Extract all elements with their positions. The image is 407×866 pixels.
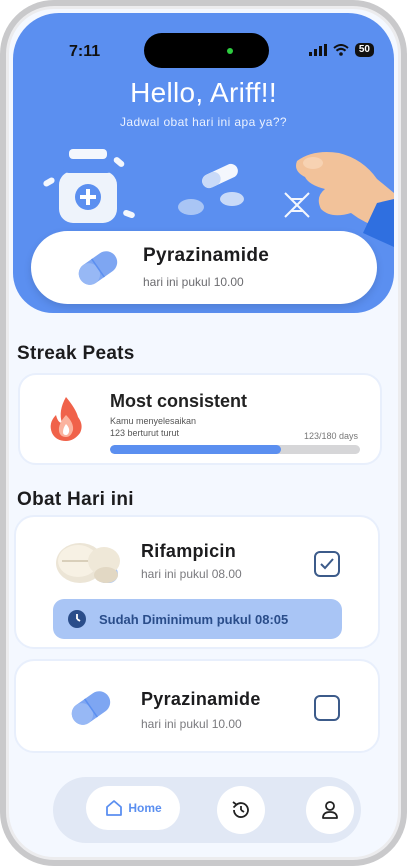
home-icon (106, 800, 123, 816)
medicine-card-rifampicin[interactable]: Rifampicin hari ini pukul 08.00 Sudah Di… (14, 515, 380, 649)
nav-profile-button[interactable] (306, 786, 354, 834)
dynamic-island (144, 33, 269, 68)
streak-count: 123/180 days (303, 431, 358, 441)
next-medicine-time: hari ini pukul 10.00 (143, 275, 244, 289)
streak-description: Kamu menyelesaikan 123 berturut turut (110, 415, 196, 439)
taken-status-text: Sudah Diminimum pukul 08:05 (99, 611, 289, 627)
floating-pills-icon (178, 163, 244, 215)
nav-history-button[interactable] (217, 786, 265, 834)
history-icon (232, 801, 249, 818)
streak-card: Most consistent Kamu menyelesaikan 123 b… (18, 373, 382, 465)
header-hero: 7:11 50 Hello, Ariff!! Jadwal obat hari … (13, 13, 394, 313)
greeting-subtitle: Jadwal obat hari ini apa ya?? (119, 115, 288, 129)
fire-icon (50, 397, 82, 441)
streak-section-title: Streak Peats (17, 343, 135, 364)
clock-icon (68, 610, 86, 628)
greeting-title: Hello, Ariff!! (130, 77, 277, 108)
app-screen: 7:11 50 Hello, Ariff!! Jadwal obat hari … (6, 6, 401, 860)
taken-status-banner: Sudah Diminimum pukul 08:05 (53, 599, 342, 639)
streak-progress-track (110, 445, 360, 454)
phone-frame: 7:11 50 Hello, Ariff!! Jadwal obat hari … (0, 0, 407, 866)
medicine-name: Pyrazinamide (141, 689, 261, 709)
medicine-time: hari ini pukul 08.00 (141, 567, 242, 581)
medicine-card-pyrazinamide[interactable]: Pyrazinamide hari ini pukul 10.00 (14, 659, 380, 753)
bottom-nav: Home (53, 777, 361, 843)
next-medicine-card[interactable]: Pyrazinamide hari ini pukul 10.00 (31, 231, 377, 304)
battery-indicator: 50 (354, 43, 374, 57)
status-time: 7:11 (69, 43, 101, 60)
status-icons: 50 (308, 43, 374, 57)
tablets-icon (56, 543, 120, 583)
nav-home-label: Home (128, 801, 162, 815)
camera-indicator-icon (227, 48, 233, 54)
wifi-icon (333, 44, 349, 56)
streak-progress-fill (110, 445, 281, 454)
medicine-name: Rifampicin (141, 541, 237, 561)
next-medicine-name: Pyrazinamide (143, 245, 270, 266)
pill-icon (71, 691, 111, 725)
pill-icon (78, 251, 118, 285)
medicine-time: hari ini pukul 10.00 (141, 717, 242, 731)
profile-icon (322, 801, 338, 819)
streak-line-2: 123 berturut turut (110, 428, 180, 438)
nav-home-button[interactable]: Home (86, 786, 180, 830)
dna-icon (284, 192, 310, 218)
today-section-title: Obat Hari ini (17, 489, 134, 510)
taken-checkbox[interactable] (314, 551, 340, 577)
pill-bottle-icon (43, 149, 135, 223)
streak-line-1: Kamu menyelesaikan (110, 416, 197, 426)
signal-icon (308, 44, 327, 56)
streak-title: Most consistent (110, 391, 248, 411)
check-icon (320, 558, 334, 570)
status-bar: 7:11 50 (13, 13, 394, 73)
taken-checkbox[interactable] (314, 695, 340, 721)
